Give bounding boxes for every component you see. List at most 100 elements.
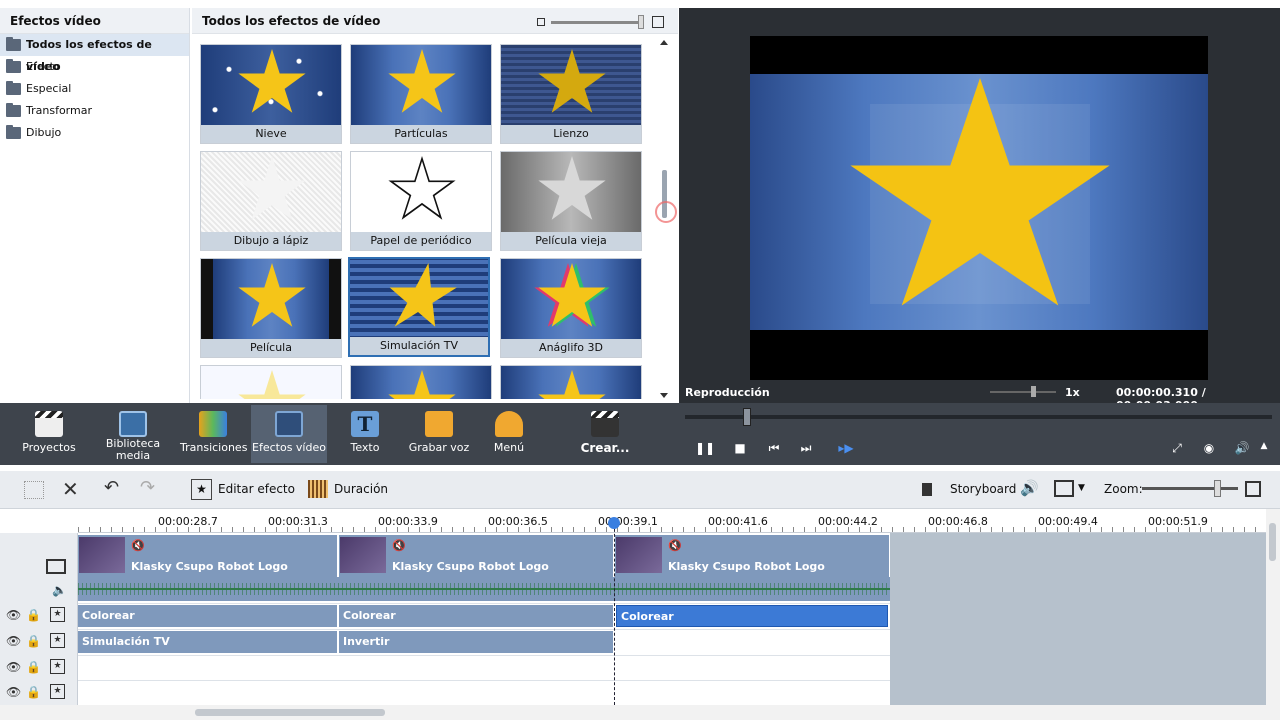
thumb-size-large-icon[interactable] <box>652 16 664 28</box>
duration-icon[interactable] <box>308 480 328 498</box>
clip-thumbnail <box>340 537 386 573</box>
text-icon: T <box>351 411 379 437</box>
timeline-ruler[interactable]: 00:00:28.7 00:00:31.3 00:00:33.9 00:00:3… <box>78 509 1266 533</box>
effect-tile-pelicula-vieja[interactable]: Película vieja <box>500 151 642 251</box>
seek-handle[interactable] <box>743 408 751 426</box>
effect-tile-nieve[interactable]: Nieve <box>200 44 342 144</box>
snapshot-icon[interactable]: ◉ <box>1200 441 1218 455</box>
lock-icon[interactable]: 🔒 <box>26 660 41 674</box>
effect-tile-particulas[interactable]: Partículas <box>350 44 492 144</box>
scrollbar-thumb[interactable] <box>195 709 385 716</box>
play-range-icon[interactable]: ▸▶ <box>834 441 858 455</box>
delete-icon[interactable]: ✕ <box>62 477 79 501</box>
toolbar-text-button[interactable]: T Texto <box>334 405 396 463</box>
video-clip[interactable]: 🔇 Klasky Csupo Robot Logo <box>78 535 338 577</box>
audio-track-icon[interactable]: 🔈 <box>52 583 67 597</box>
storyboard-button[interactable]: Storyboard <box>950 482 1016 496</box>
toolbar-create-button[interactable]: Crear... <box>572 405 638 463</box>
edit-effect-icon[interactable]: ★ <box>191 479 212 500</box>
thumb-size-slider-handle[interactable] <box>638 15 644 29</box>
toolbar-transitions-button[interactable]: Transiciones <box>180 405 247 463</box>
select-tool-icon[interactable] <box>24 481 44 499</box>
effect-clip[interactable]: Invertir <box>339 631 614 653</box>
eye-icon[interactable]: 👁 <box>6 685 21 699</box>
mute-icon[interactable]: 🔇 <box>668 539 682 552</box>
volume-icon[interactable]: 🔊 <box>1233 441 1251 455</box>
volume-dropdown-icon[interactable]: ▲ <box>1258 441 1270 451</box>
toolbar-projects-button[interactable]: Proyectos <box>18 405 80 463</box>
mute-icon[interactable]: 🔇 <box>392 539 406 552</box>
audio-mixer-icon[interactable]: 🔊 <box>1020 479 1039 497</box>
toolbar-video-effects-button[interactable]: Efectos vídeo <box>251 405 327 463</box>
effect-tile-lienzo[interactable]: Lienzo <box>500 44 642 144</box>
scroll-down-icon[interactable] <box>660 393 668 398</box>
skip-forward-icon[interactable]: ⏭ <box>797 441 815 456</box>
playback-label: Reproducción <box>685 386 770 399</box>
undo-icon[interactable]: ↶ <box>104 477 119 498</box>
category-dibujo[interactable]: Dibujo <box>0 122 189 144</box>
effect-tile-dibujo-lapiz[interactable]: Dibujo a lápiz <box>200 151 342 251</box>
thumb-size-slider[interactable] <box>551 21 643 24</box>
effect-track-icon: ★ <box>50 633 65 648</box>
playhead-handle[interactable] <box>608 517 620 529</box>
eye-icon[interactable]: 👁 <box>6 608 21 622</box>
effect-clip[interactable]: Colorear <box>339 605 614 627</box>
effect-tile-anaglifo-3d[interactable]: Anáglifo 3D <box>500 258 642 358</box>
redo-icon[interactable]: ↷ <box>140 477 155 498</box>
scrollbar-thumb[interactable] <box>1269 523 1276 561</box>
effect-tile-label: Película vieja <box>501 232 641 250</box>
toolbar-record-voice-button[interactable]: Grabar voz <box>406 405 472 463</box>
eye-icon[interactable]: 👁 <box>6 634 21 648</box>
toolbar-media-library-button[interactable]: Biblioteca media <box>100 405 166 463</box>
monitor-icon[interactable] <box>1054 480 1074 497</box>
category-especial[interactable]: Especial <box>0 78 189 100</box>
lock-icon[interactable]: 🔒 <box>26 634 41 648</box>
effect-tile-partial-3[interactable] <box>500 365 642 399</box>
timeline-horizontal-scrollbar[interactable] <box>0 705 1280 720</box>
lock-icon[interactable]: 🔒 <box>26 608 41 622</box>
effect-clip[interactable]: Colorear <box>78 605 338 627</box>
effect-tile-simulacion-tv[interactable]: Simulación TV <box>348 257 490 357</box>
lock-icon[interactable]: 🔒 <box>26 685 41 699</box>
skip-back-icon[interactable]: ⏮ <box>765 441 783 456</box>
effect-tile-partial-1[interactable] <box>200 365 342 399</box>
effect-tile-pelicula[interactable]: Película <box>200 258 342 358</box>
current-time: 00:00:00.310 <box>1116 386 1198 399</box>
toolbar-menu-button[interactable]: Menú <box>480 405 538 463</box>
seek-bar[interactable] <box>685 415 1272 419</box>
toolbar-button-label: Crear... <box>580 441 630 455</box>
stop-icon[interactable]: ■ <box>731 441 749 455</box>
chevron-down-icon[interactable]: ▼ <box>1078 483 1085 493</box>
speed-slider[interactable] <box>990 391 1056 393</box>
effect-tile-label: Dibujo a lápiz <box>201 232 341 250</box>
effect-clip[interactable]: Simulación TV <box>78 631 338 653</box>
zoom-slider-handle[interactable] <box>1214 480 1221 497</box>
star-icon <box>238 49 306 113</box>
category-all-effects[interactable]: Todos los efectos de vídeo <box>0 34 189 73</box>
effect-tile-papel-periodico[interactable]: Papel de periódico <box>350 151 492 251</box>
fit-timeline-icon[interactable] <box>1245 481 1261 497</box>
video-clip[interactable]: 🔇 Klasky Csupo Robot Logo <box>339 535 614 577</box>
category-transformar[interactable]: Transformar <box>0 100 189 122</box>
video-clip[interactable]: 🔇 Klasky Csupo Robot Logo <box>615 535 890 577</box>
audio-waveform[interactable] <box>78 577 890 601</box>
effect-tile-partial-2[interactable] <box>350 365 492 399</box>
category-efecto[interactable]: Efecto <box>0 56 189 78</box>
star-icon <box>538 263 606 327</box>
zoom-slider[interactable] <box>1142 487 1238 490</box>
eye-icon[interactable]: 👁 <box>6 660 21 674</box>
star-icon <box>238 263 306 327</box>
mute-icon[interactable]: 🔇 <box>131 539 145 552</box>
scroll-up-icon[interactable] <box>660 40 668 45</box>
toolbar-button-label: Biblioteca media <box>105 437 161 462</box>
storyboard-icon[interactable] <box>922 483 944 496</box>
effects-tiles: Nieve Partículas Lienzo Dibujo a lápiz P… <box>192 44 654 399</box>
fullscreen-icon[interactable]: ⤢ <box>1168 441 1186 456</box>
effect-clip-selected[interactable]: Colorear <box>616 605 888 627</box>
duration-button[interactable]: Duración <box>334 482 388 496</box>
thumb-size-small-icon[interactable] <box>537 18 545 26</box>
edit-effect-button[interactable]: Editar efecto <box>218 482 295 496</box>
video-preview[interactable] <box>750 36 1208 380</box>
speed-slider-handle[interactable] <box>1031 386 1036 397</box>
pause-icon[interactable]: ❚❚ <box>695 441 715 455</box>
